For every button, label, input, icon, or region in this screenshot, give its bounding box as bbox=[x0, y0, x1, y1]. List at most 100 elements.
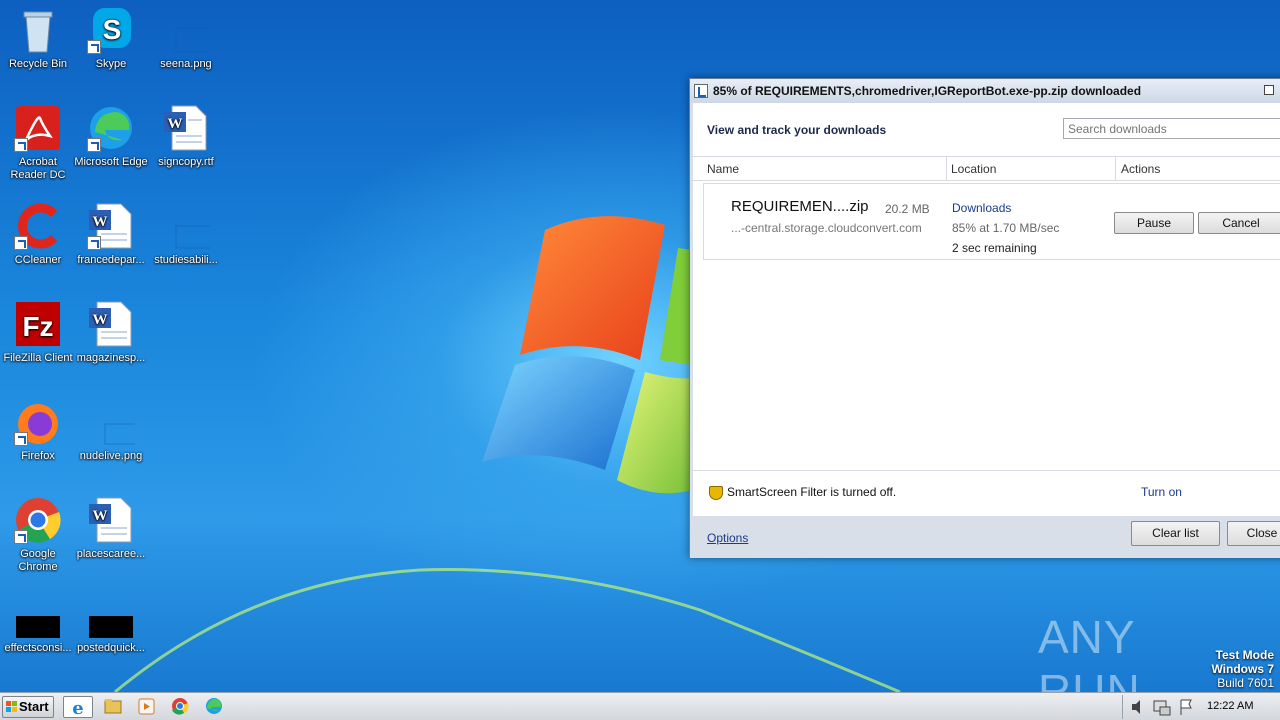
desktop-icon-signcopy[interactable]: W signcopy.rtf bbox=[148, 104, 224, 169]
chrome-icon bbox=[14, 496, 62, 544]
desktop-icon-ccleaner[interactable]: CCleaner bbox=[0, 202, 76, 267]
skype-icon: S bbox=[87, 6, 135, 54]
chrome-icon bbox=[172, 698, 189, 715]
desktop-icon-acrobat[interactable]: Acrobat Reader DC bbox=[0, 104, 76, 182]
word-document-icon: W bbox=[87, 496, 135, 544]
clock[interactable]: 12:22 AM bbox=[1207, 700, 1253, 712]
window-titlebar[interactable]: 85% of REQUIREMENTS,chromedriver,IGRepor… bbox=[690, 79, 1280, 103]
icon-label: signcopy.rtf bbox=[158, 156, 214, 168]
desktop-icon-postedquick[interactable]: postedquick... bbox=[73, 612, 149, 655]
desktop-icon-chrome[interactable]: Google Chrome bbox=[0, 496, 76, 574]
download-source: ...-central.storage.cloudconvert.com bbox=[731, 221, 922, 235]
edge-icon bbox=[87, 104, 135, 152]
shortcut-arrow-icon bbox=[87, 236, 101, 250]
pause-button[interactable]: Pause bbox=[1114, 212, 1194, 234]
test-mode-watermark: Test Mode Windows 7 Build 7601 bbox=[1211, 648, 1274, 690]
desktop-icon-edge[interactable]: Microsoft Edge bbox=[73, 104, 149, 169]
window-title: 85% of REQUIREMENTS,chromedriver,IGRepor… bbox=[713, 84, 1142, 98]
column-separator bbox=[1115, 157, 1116, 181]
icon-label: CCleaner bbox=[14, 254, 62, 266]
column-actions[interactable]: Actions bbox=[1121, 162, 1160, 176]
icon-label: Firefox bbox=[21, 450, 55, 462]
desktop-icon-placescaree[interactable]: W placescaree... bbox=[73, 496, 149, 561]
shortcut-arrow-icon bbox=[14, 530, 28, 544]
desktop-icon-recycle-bin[interactable]: Recycle Bin bbox=[0, 6, 76, 71]
black-file-icon bbox=[14, 612, 62, 638]
taskbar-media-player[interactable] bbox=[132, 696, 162, 718]
search-downloads-input[interactable] bbox=[1063, 118, 1280, 139]
desktop-icon-studiesabili[interactable]: studiesabili... bbox=[148, 202, 224, 267]
desktop-icon-nudelive-png[interactable]: nudelive.png bbox=[73, 398, 149, 463]
options-link[interactable]: Options bbox=[707, 531, 748, 545]
download-item-row[interactable]: REQUIREMEN....zip 20.2 MB ...-central.st… bbox=[703, 183, 1280, 260]
window-footer: Options Clear list Close bbox=[690, 516, 1280, 558]
volume-icon bbox=[1132, 700, 1140, 714]
media-player-icon bbox=[138, 698, 155, 715]
download-size: 20.2 MB bbox=[885, 202, 930, 216]
watermark-text: ANY RUN bbox=[1038, 611, 1141, 692]
shortcut-arrow-icon bbox=[87, 138, 101, 152]
icon-label: Microsoft Edge bbox=[74, 156, 148, 168]
black-file-icon bbox=[87, 612, 135, 638]
icon-label: Acrobat Reader DC bbox=[10, 156, 66, 181]
desktop-icon-seena-png[interactable]: seena.png bbox=[148, 6, 224, 71]
tray-icons bbox=[1132, 699, 1192, 716]
start-label: Start bbox=[19, 699, 49, 714]
word-document-icon: W bbox=[162, 104, 210, 152]
minimize-button[interactable] bbox=[1264, 85, 1274, 95]
close-button[interactable]: Close bbox=[1227, 521, 1280, 546]
downloads-panel: View and track your downloads Name Locat… bbox=[693, 103, 1280, 470]
svg-text:W: W bbox=[93, 508, 108, 524]
icon-label: FileZilla Client bbox=[3, 352, 73, 364]
shortcut-arrow-icon bbox=[14, 138, 28, 152]
icon-label: Recycle Bin bbox=[8, 58, 68, 70]
test-mode-label: Test Mode bbox=[1215, 648, 1274, 662]
shortcut-arrow-icon bbox=[14, 432, 28, 446]
turn-on-link[interactable]: Turn on bbox=[1141, 485, 1182, 499]
icon-label: studiesabili... bbox=[154, 254, 218, 266]
clear-list-button[interactable]: Clear list bbox=[1131, 521, 1220, 546]
taskbar-internet-explorer[interactable]: e bbox=[63, 696, 93, 719]
icon-label: postedquick... bbox=[77, 642, 145, 654]
firefox-icon bbox=[14, 398, 62, 446]
svg-text:W: W bbox=[168, 116, 183, 132]
word-document-icon: W bbox=[87, 202, 135, 250]
desktop-icon-magazinesp[interactable]: W magazinesp... bbox=[73, 300, 149, 365]
ccleaner-icon bbox=[14, 202, 62, 250]
shield-warning-icon bbox=[709, 486, 723, 500]
desktop-icon-firefox[interactable]: Firefox bbox=[0, 398, 76, 463]
svg-text:Fz: Fz bbox=[22, 311, 53, 342]
desktop-icon-skype[interactable]: S Skype bbox=[73, 6, 149, 71]
icon-label: placescaree... bbox=[76, 548, 146, 560]
view-downloads-window: 85% of REQUIREMENTS,chromedriver,IGRepor… bbox=[689, 78, 1280, 558]
svg-text:W: W bbox=[93, 214, 108, 230]
internet-explorer-icon: e bbox=[72, 698, 83, 719]
downloads-header: View and track your downloads bbox=[707, 123, 887, 137]
os-label: Windows 7 bbox=[1211, 662, 1274, 676]
taskbar-edge[interactable] bbox=[200, 696, 230, 718]
desktop-icon-francedepar[interactable]: W francedepar... bbox=[73, 202, 149, 267]
folder-icon bbox=[104, 699, 122, 714]
word-document-icon: W bbox=[87, 300, 135, 348]
icon-label: magazinesp... bbox=[76, 352, 146, 364]
column-location[interactable]: Location bbox=[951, 162, 996, 176]
column-headers: Name Location Actions bbox=[693, 156, 1280, 181]
desktop-icon-effectsconsi[interactable]: effectsconsi... bbox=[0, 612, 76, 655]
svg-text:e: e bbox=[72, 698, 83, 717]
smartscreen-message: SmartScreen Filter is turned off. bbox=[727, 485, 897, 499]
svg-text:S: S bbox=[103, 14, 122, 45]
icon-label: nudelive.png bbox=[79, 450, 143, 462]
column-separator bbox=[946, 157, 947, 181]
shortcut-arrow-icon bbox=[87, 40, 101, 54]
column-name[interactable]: Name bbox=[707, 162, 739, 176]
start-button[interactable]: Start bbox=[2, 696, 54, 718]
anyrun-watermark: ANY RUN bbox=[1038, 610, 1238, 692]
svg-text:W: W bbox=[93, 312, 108, 328]
desktop-icon-filezilla[interactable]: Fz FileZilla Client bbox=[0, 300, 76, 365]
taskbar-chrome[interactable] bbox=[166, 696, 196, 718]
cancel-button[interactable]: Cancel bbox=[1198, 212, 1280, 234]
taskbar: Start e 12:22 AM bbox=[0, 692, 1280, 720]
download-location-link[interactable]: Downloads bbox=[952, 201, 1011, 215]
download-filename[interactable]: REQUIREMEN....zip bbox=[731, 198, 869, 215]
taskbar-file-explorer[interactable] bbox=[98, 696, 128, 718]
